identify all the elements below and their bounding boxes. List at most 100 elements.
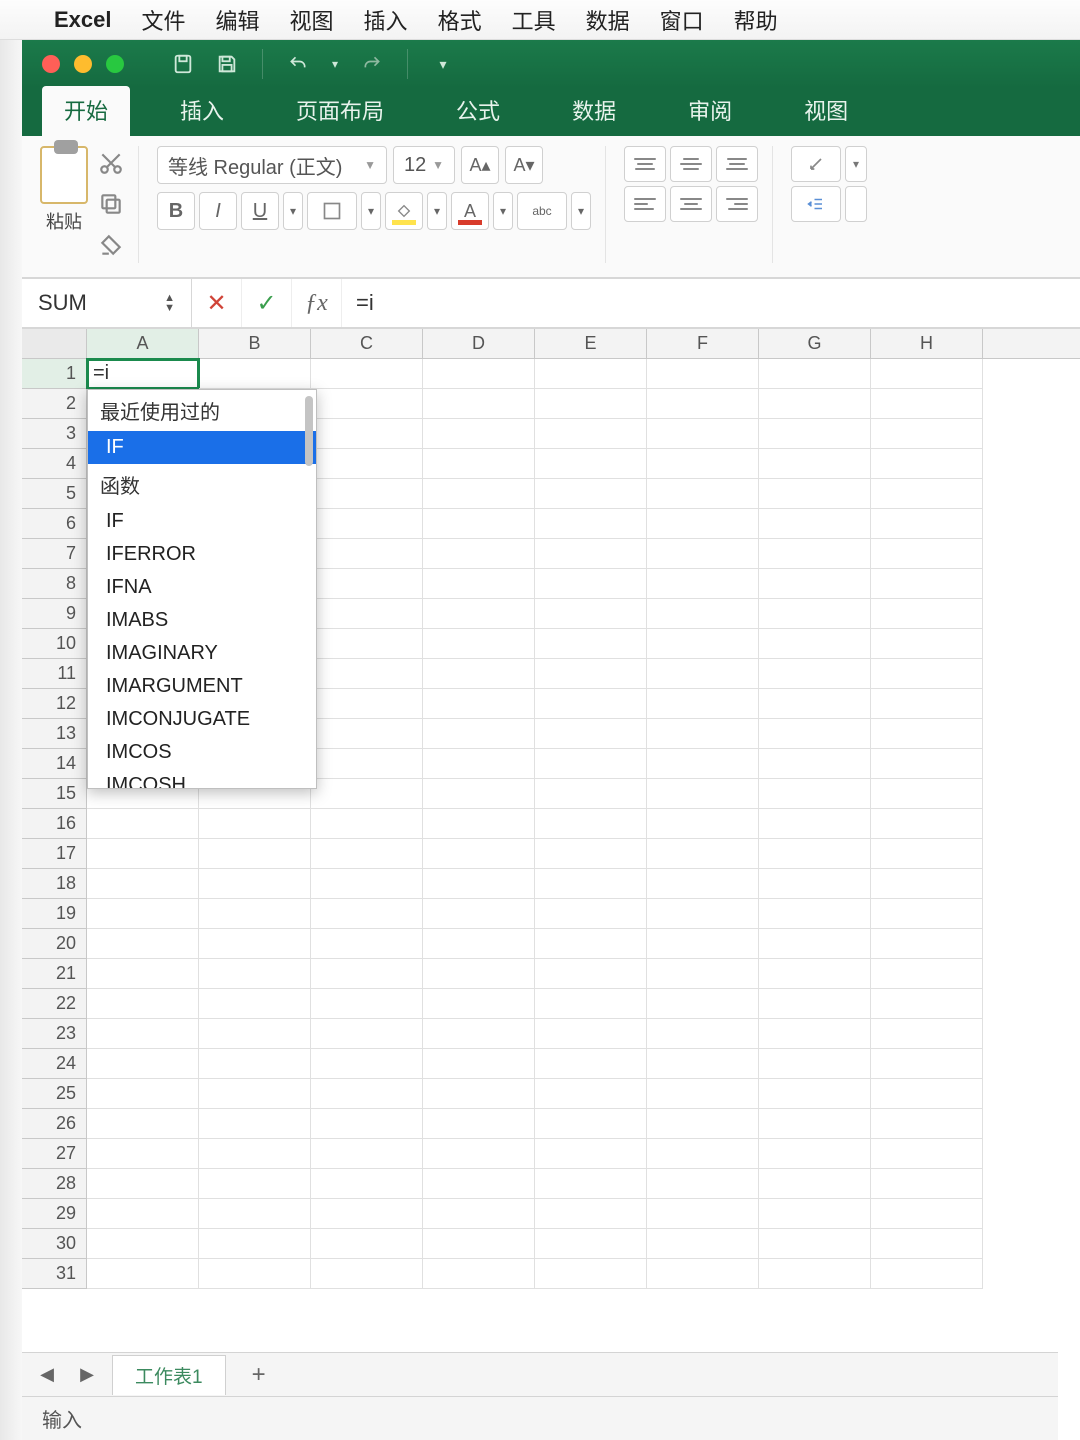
cell[interactable] — [423, 839, 535, 869]
cell[interactable] — [647, 629, 759, 659]
cell[interactable] — [311, 929, 423, 959]
menu-view[interactable]: 视图 — [290, 4, 334, 36]
border-dropdown[interactable]: ▾ — [361, 192, 381, 230]
cell[interactable] — [871, 509, 983, 539]
cell[interactable] — [87, 809, 199, 839]
cell[interactable] — [647, 659, 759, 689]
minimize-window-button[interactable] — [74, 55, 92, 73]
cell[interactable] — [199, 1079, 311, 1109]
tab-data[interactable]: 数据 — [550, 86, 638, 136]
cell[interactable] — [647, 599, 759, 629]
cell[interactable] — [423, 749, 535, 779]
autocomplete-item[interactable]: IMABS — [88, 604, 316, 637]
cell[interactable] — [311, 1259, 423, 1289]
cell[interactable] — [87, 1259, 199, 1289]
sheet-prev-button[interactable]: ◀ — [32, 1360, 62, 1390]
border-button[interactable] — [307, 192, 357, 230]
cell[interactable] — [311, 359, 423, 389]
row-header[interactable]: 13 — [22, 719, 87, 749]
tab-page-layout[interactable]: 页面布局 — [274, 86, 406, 136]
cell[interactable] — [311, 419, 423, 449]
cell[interactable] — [311, 899, 423, 929]
phonetic-button[interactable]: abc — [517, 192, 567, 230]
cell[interactable] — [535, 929, 647, 959]
row-header[interactable]: 17 — [22, 839, 87, 869]
autocomplete-item[interactable]: IFERROR — [88, 538, 316, 571]
cell[interactable] — [871, 479, 983, 509]
cell[interactable] — [423, 419, 535, 449]
menu-window[interactable]: 窗口 — [660, 4, 704, 36]
qat-customize-icon[interactable]: ▾ — [428, 49, 458, 79]
cell[interactable] — [423, 539, 535, 569]
cell[interactable] — [311, 599, 423, 629]
scrollbar-thumb[interactable] — [305, 396, 313, 466]
column-header[interactable]: F — [647, 329, 759, 358]
cell[interactable] — [311, 1109, 423, 1139]
cell[interactable] — [311, 1229, 423, 1259]
cell[interactable] — [423, 479, 535, 509]
cell[interactable] — [647, 509, 759, 539]
cell[interactable] — [871, 1169, 983, 1199]
cell[interactable] — [423, 689, 535, 719]
autocomplete-item[interactable]: IF — [88, 505, 316, 538]
cell[interactable] — [871, 599, 983, 629]
cell[interactable] — [423, 629, 535, 659]
cell[interactable] — [311, 1019, 423, 1049]
column-header[interactable]: C — [311, 329, 423, 358]
name-box-stepper-icon[interactable]: ▲▼ — [164, 293, 175, 313]
orientation-dropdown[interactable]: ▾ — [845, 146, 867, 182]
cell[interactable] — [647, 539, 759, 569]
cell[interactable] — [759, 1049, 871, 1079]
cell[interactable] — [759, 1199, 871, 1229]
cell[interactable] — [647, 1109, 759, 1139]
row-header[interactable]: 2 — [22, 389, 87, 419]
row-header[interactable]: 20 — [22, 929, 87, 959]
cell[interactable] — [535, 1019, 647, 1049]
cell[interactable] — [871, 1049, 983, 1079]
autocomplete-item[interactable]: IMAGINARY — [88, 637, 316, 670]
cell[interactable] — [311, 809, 423, 839]
cell[interactable] — [759, 659, 871, 689]
cell[interactable] — [871, 1229, 983, 1259]
cell[interactable] — [87, 1229, 199, 1259]
cell[interactable] — [871, 1139, 983, 1169]
cell[interactable] — [423, 509, 535, 539]
sheet-tab[interactable]: 工作表1 — [112, 1355, 226, 1395]
cell[interactable] — [871, 659, 983, 689]
cell[interactable] — [647, 419, 759, 449]
row-header[interactable]: 1 — [22, 359, 87, 389]
cell[interactable] — [87, 929, 199, 959]
cancel-formula-button[interactable]: ✕ — [192, 279, 242, 327]
cell[interactable] — [759, 959, 871, 989]
cell[interactable] — [311, 839, 423, 869]
cell[interactable] — [871, 1079, 983, 1109]
copy-icon[interactable] — [98, 191, 124, 222]
row-header[interactable]: 4 — [22, 449, 87, 479]
cell[interactable] — [199, 1229, 311, 1259]
cell[interactable] — [871, 1019, 983, 1049]
cell[interactable] — [759, 509, 871, 539]
cell[interactable] — [647, 959, 759, 989]
cell[interactable] — [647, 1259, 759, 1289]
cell[interactable] — [311, 1169, 423, 1199]
cell[interactable] — [647, 359, 759, 389]
formula-autocomplete[interactable]: 最近使用过的 IF 函数 IFIFERRORIFNAIMABSIMAGINARY… — [87, 389, 317, 789]
cell[interactable] — [871, 959, 983, 989]
cell[interactable] — [535, 1109, 647, 1139]
cell[interactable] — [759, 719, 871, 749]
column-header[interactable]: D — [423, 329, 535, 358]
cell[interactable] — [199, 359, 311, 389]
formula-input[interactable]: =i — [342, 279, 1080, 327]
cell[interactable] — [199, 929, 311, 959]
cell[interactable] — [423, 779, 535, 809]
font-color-button[interactable]: A — [451, 192, 489, 230]
cell[interactable] — [871, 869, 983, 899]
cell[interactable] — [647, 1049, 759, 1079]
menu-edit[interactable]: 编辑 — [216, 4, 260, 36]
underline-button[interactable]: U — [241, 192, 279, 230]
cell[interactable] — [311, 509, 423, 539]
cell[interactable] — [647, 1199, 759, 1229]
cell[interactable] — [311, 1079, 423, 1109]
cell[interactable] — [423, 869, 535, 899]
cell[interactable] — [535, 569, 647, 599]
